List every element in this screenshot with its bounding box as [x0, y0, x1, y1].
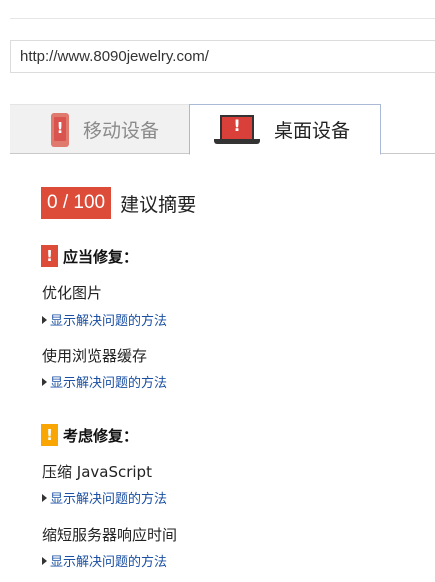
- should-fix-header: ! 应当修复：: [41, 245, 138, 267]
- top-divider: [10, 18, 435, 19]
- url-input[interactable]: http://www.8090jewelry.com/: [10, 40, 435, 73]
- caret-right-icon: [42, 493, 47, 502]
- rule-name: 使用浏览器缓存: [42, 347, 148, 365]
- score-badge: 0 / 100: [41, 187, 112, 219]
- caret-right-icon: [42, 377, 47, 386]
- show-fix-link[interactable]: 显示解决问题的方法: [42, 372, 167, 391]
- mobile-phone-warning-icon: !: [51, 112, 69, 147]
- rule-name: 优化图片: [42, 284, 103, 302]
- tab-desktop-label: 桌面设备: [274, 120, 351, 142]
- laptop-warning-icon: !: [214, 114, 260, 145]
- tab-mobile[interactable]: ! 移动设备: [10, 104, 189, 154]
- tab-mobile-label: 移动设备: [83, 120, 160, 142]
- show-fix-link[interactable]: 显示解决问题的方法: [42, 551, 167, 570]
- show-fix-link[interactable]: 显示解决问题的方法: [42, 310, 167, 329]
- consider-fix-header: ! 考虑修复：: [41, 424, 138, 446]
- yellow-warning-icon: !: [41, 424, 58, 446]
- show-fix-link[interactable]: 显示解决问题的方法: [42, 488, 167, 507]
- score-summary: 0 / 100 建议摘要: [41, 187, 196, 219]
- rule-name: 压缩 JavaScript: [42, 463, 152, 481]
- device-tabs: ! 移动设备 ! 桌面设备: [10, 104, 435, 155]
- caret-right-icon: [42, 315, 47, 324]
- red-warning-icon: !: [41, 245, 58, 267]
- should-fix-title: 应当修复：: [63, 247, 139, 266]
- consider-fix-title: 考虑修复：: [63, 426, 139, 445]
- tab-desktop[interactable]: ! 桌面设备: [189, 104, 381, 155]
- caret-right-icon: [42, 556, 47, 565]
- summary-title: 建议摘要: [120, 193, 197, 216]
- rule-name: 缩短服务器响应时间: [42, 526, 178, 544]
